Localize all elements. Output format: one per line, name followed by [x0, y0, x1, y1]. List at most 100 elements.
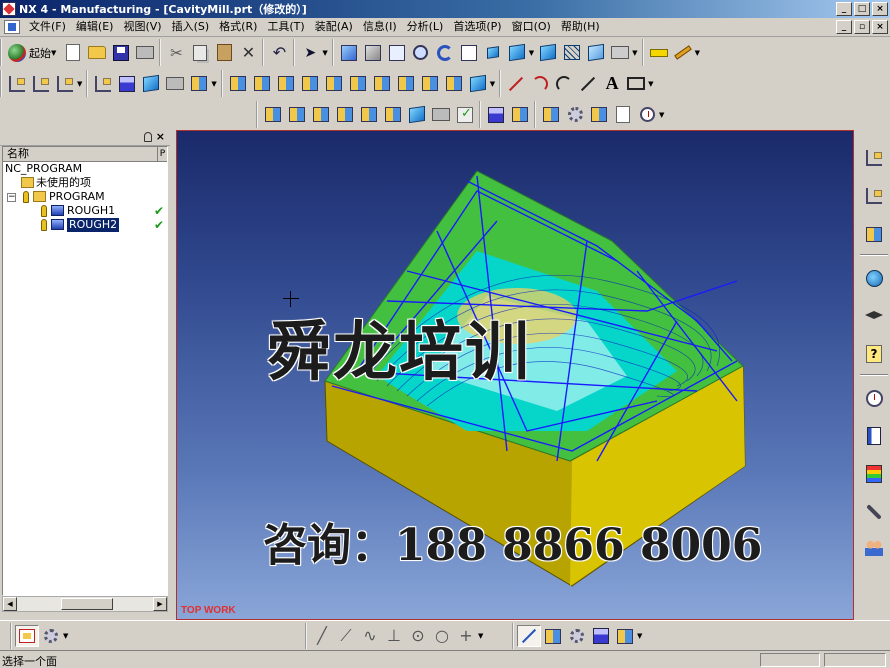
resource-palette-tab[interactable] [862, 462, 886, 486]
dropdown-arrow-icon[interactable]: ▼ [63, 632, 68, 640]
geometry-view-button[interactable] [54, 73, 76, 95]
text-button[interactable]: A [601, 73, 623, 95]
shop-doc-button[interactable] [395, 73, 417, 95]
ipw-button[interactable] [467, 73, 489, 95]
tree-row-program[interactable]: − PROGRAM [3, 190, 167, 204]
navigator-horizontal-scrollbar[interactable]: ◀ ▶ [2, 596, 168, 612]
machine-view-button[interactable] [30, 73, 52, 95]
path-display-button[interactable] [430, 104, 452, 126]
object-display-button[interactable] [406, 104, 428, 126]
snap-control-point-icon[interactable]: ∿ [361, 627, 379, 645]
time-button[interactable] [636, 104, 658, 126]
save-button[interactable] [110, 42, 132, 64]
dropdown-arrow-icon[interactable]: ▼ [77, 80, 82, 88]
spline-button[interactable] [553, 73, 575, 95]
dropdown-arrow-icon[interactable]: ▼ [211, 80, 216, 88]
zoom-region-button[interactable] [386, 42, 408, 64]
point-button[interactable] [577, 73, 599, 95]
dropdown-arrow-icon[interactable]: ▼ [529, 49, 534, 57]
column-header-flag[interactable]: P [157, 147, 167, 161]
layer-button[interactable] [609, 42, 631, 64]
resource-web-browser-tab[interactable] [862, 266, 886, 290]
cut-object-button[interactable] [286, 104, 308, 126]
menu-edit[interactable]: 编辑(E) [71, 18, 119, 36]
menu-file[interactable]: 文件(F) [24, 18, 71, 36]
cut-button[interactable]: ✂ [165, 42, 187, 64]
resource-roles-tab[interactable] [862, 536, 886, 560]
close-button[interactable]: × [872, 2, 888, 16]
postprocess-button[interactable] [371, 73, 393, 95]
arc-button[interactable] [529, 73, 551, 95]
cutting-param-button[interactable] [509, 104, 531, 126]
menu-view[interactable]: 视图(V) [118, 18, 166, 36]
replay-toolpath-button[interactable] [251, 73, 273, 95]
menu-assembly[interactable]: 装配(A) [310, 18, 358, 36]
snap-end-point-icon[interactable]: ╱ [313, 627, 331, 645]
doc-close-button[interactable]: × [872, 20, 888, 34]
dropdown-arrow-icon[interactable]: ▼ [637, 632, 642, 640]
resource-reuse-library-tab[interactable] [862, 424, 886, 448]
fit-button[interactable] [338, 42, 360, 64]
select-bodies-button[interactable] [590, 625, 612, 647]
document-icon[interactable] [4, 20, 20, 34]
delete-toolpath-button[interactable] [299, 73, 321, 95]
rectangle-button[interactable] [625, 73, 647, 95]
close-navigator-icon[interactable]: × [156, 130, 165, 143]
create-tool-button[interactable] [116, 73, 138, 95]
copy-button[interactable] [189, 42, 211, 64]
menu-tools[interactable]: 工具(T) [262, 18, 309, 36]
collapse-toggle-icon[interactable]: − [7, 193, 16, 202]
dropdown-arrow-icon[interactable]: ▼ [648, 80, 653, 88]
avoidance-button[interactable] [564, 104, 586, 126]
print-button[interactable] [134, 42, 156, 64]
line-button[interactable] [505, 73, 527, 95]
snap-mid-point-icon[interactable]: ⟋ [337, 627, 355, 645]
dropdown-arrow-icon[interactable]: ▼ [659, 111, 664, 119]
maximize-button[interactable]: □ [854, 2, 870, 16]
doc-restore-button[interactable]: ▫ [854, 20, 870, 34]
delete-button[interactable]: ✕ [237, 42, 259, 64]
dropdown-arrow-icon[interactable]: ▼ [322, 49, 327, 57]
menu-help[interactable]: 帮助(H) [556, 18, 605, 36]
menu-format[interactable]: 格式(R) [214, 18, 262, 36]
verify-toolpath-button[interactable] [347, 73, 369, 95]
general-selection-button[interactable] [40, 625, 62, 647]
create-method-button[interactable] [164, 73, 186, 95]
shaded-button[interactable] [537, 42, 559, 64]
hidden-edges-button[interactable] [585, 42, 607, 64]
column-header-name[interactable]: 名称 P [3, 147, 167, 162]
tree-row-rough1[interactable]: ROUGH1 ✔ [3, 204, 167, 218]
select-features-button[interactable] [566, 625, 588, 647]
menu-analysis[interactable]: 分析(L) [402, 18, 449, 36]
menu-preferences[interactable]: 首选项(P) [448, 18, 506, 36]
snap-existing-point-icon[interactable]: + [457, 627, 475, 645]
select-faces-button[interactable] [542, 625, 564, 647]
resource-operation-navigator-tab[interactable] [862, 146, 886, 170]
dropdown-arrow-icon[interactable]: ▼ [632, 49, 637, 57]
snap-intersection-icon[interactable]: ⊥ [385, 627, 403, 645]
copy-object-button[interactable] [310, 104, 332, 126]
rotate-button[interactable] [434, 42, 456, 64]
start-button[interactable]: 起始 ▼ [5, 42, 61, 64]
menu-information[interactable]: 信息(I) [358, 18, 402, 36]
dropdown-arrow-icon[interactable]: ▼ [478, 632, 483, 640]
open-button[interactable] [86, 42, 108, 64]
edit-object-button[interactable] [262, 104, 284, 126]
menu-window[interactable]: 窗口(O) [507, 18, 556, 36]
tree-row-rough2[interactable]: ROUGH2 ✔ [3, 218, 167, 232]
doc-minimize-button[interactable]: _ [836, 20, 852, 34]
create-operation-button[interactable] [188, 73, 210, 95]
type-filter-button[interactable] [15, 625, 39, 647]
resource-assembly-tab[interactable] [862, 222, 886, 246]
select-button[interactable]: ➤ [299, 42, 321, 64]
wireframe-button[interactable] [561, 42, 583, 64]
resource-training-tab[interactable] [862, 304, 886, 328]
list-button[interactable] [588, 104, 610, 126]
output-cls-button[interactable] [443, 73, 465, 95]
create-geometry-button[interactable] [140, 73, 162, 95]
list-toolpath-button[interactable] [323, 73, 345, 95]
select-components-button[interactable] [614, 625, 636, 647]
scroll-right-icon[interactable]: ▶ [153, 597, 167, 611]
scroll-left-icon[interactable]: ◀ [3, 597, 17, 611]
menu-insert[interactable]: 插入(S) [167, 18, 215, 36]
